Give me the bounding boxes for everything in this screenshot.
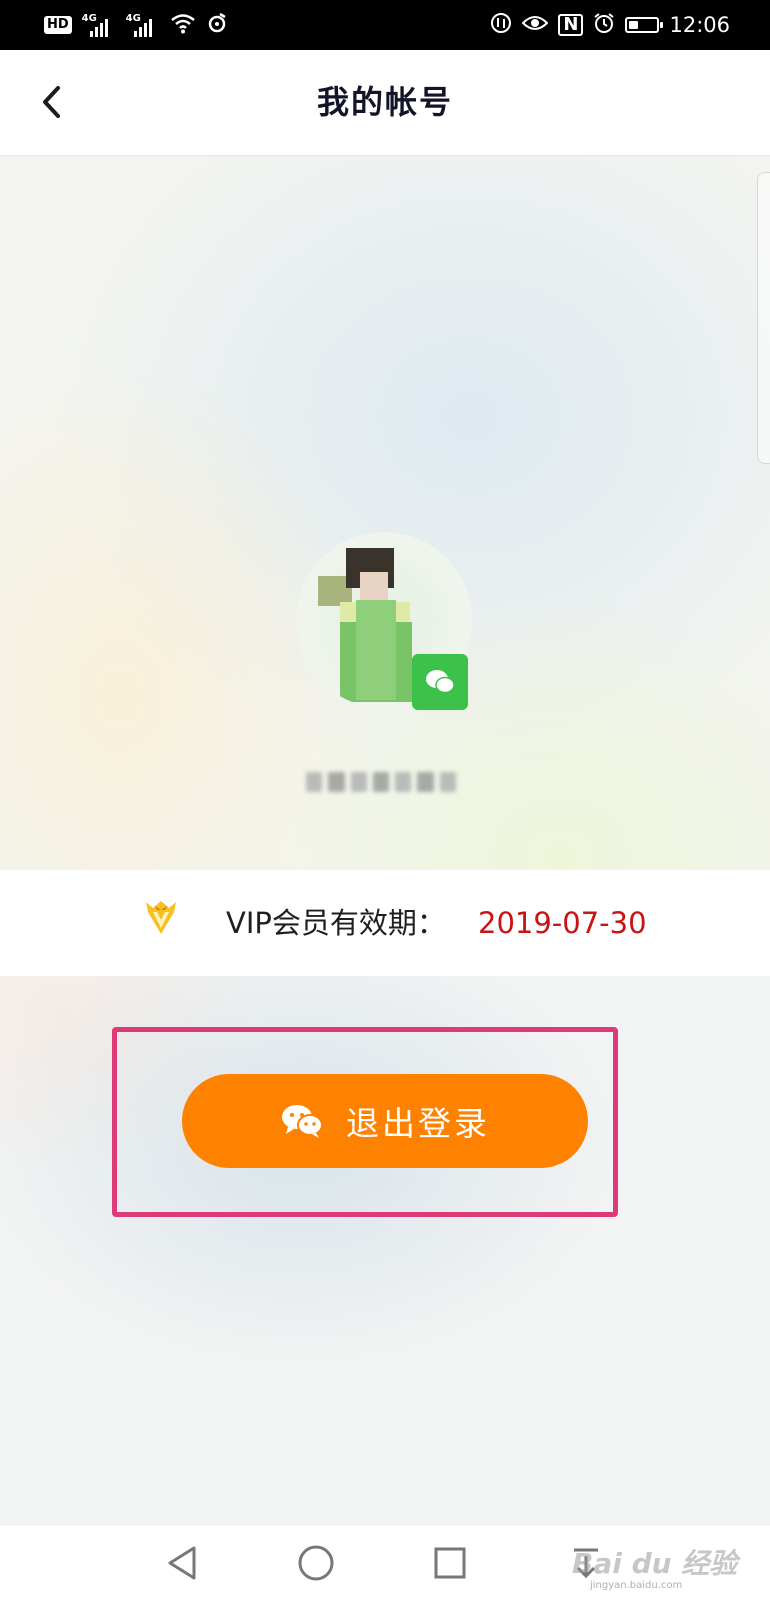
vip-expiry-date: 2019-07-30 (478, 906, 647, 940)
scroll-handle[interactable] (757, 172, 770, 464)
status-left-group: HD 4G 4G (44, 10, 228, 40)
triangle-back-icon (168, 1546, 196, 1580)
signal-sim1-icon: 4G (82, 13, 116, 37)
wechat-icon (282, 1105, 323, 1138)
status-bar: HD 4G 4G N 12:06 (0, 0, 770, 50)
vip-crown-icon (146, 901, 176, 934)
logout-button[interactable]: 退出登录 (182, 1074, 588, 1168)
eye-comfort-icon (521, 13, 549, 37)
data-saver-icon (490, 12, 512, 38)
nfc-icon: N (558, 14, 584, 36)
hd-badge: HD (44, 16, 72, 34)
clock: 12:06 (669, 13, 730, 37)
top-app-bar: 我的帐号 (0, 50, 770, 156)
nav-home-button[interactable] (294, 1541, 338, 1585)
signal-sim2-icon: 4G (126, 13, 160, 37)
wifi-icon (170, 12, 196, 38)
wechat-badge-icon (412, 654, 468, 710)
username-redacted (306, 772, 456, 796)
baidu-watermark-text: Bai du 经验 (572, 1547, 738, 1580)
circle-home-icon (298, 1545, 334, 1581)
battery-icon (625, 17, 664, 33)
vip-membership-row: VIP会员有效期： 2019-07-30 (0, 870, 770, 976)
nav-back-button[interactable] (160, 1541, 204, 1585)
square-recent-icon (434, 1547, 466, 1579)
vip-expiry-label: VIP会员有效期： (226, 906, 446, 940)
nav-recent-button[interactable] (428, 1541, 472, 1585)
status-right-group: N 12:06 (490, 10, 730, 40)
profile-area (0, 156, 770, 870)
page-title: 我的帐号 (316, 83, 453, 121)
sync-icon (206, 12, 228, 38)
alarm-icon (593, 12, 615, 38)
baidu-watermark-url: jingyan.baidu.com (590, 1580, 683, 1591)
logout-label: 退出登录 (346, 1104, 490, 1143)
